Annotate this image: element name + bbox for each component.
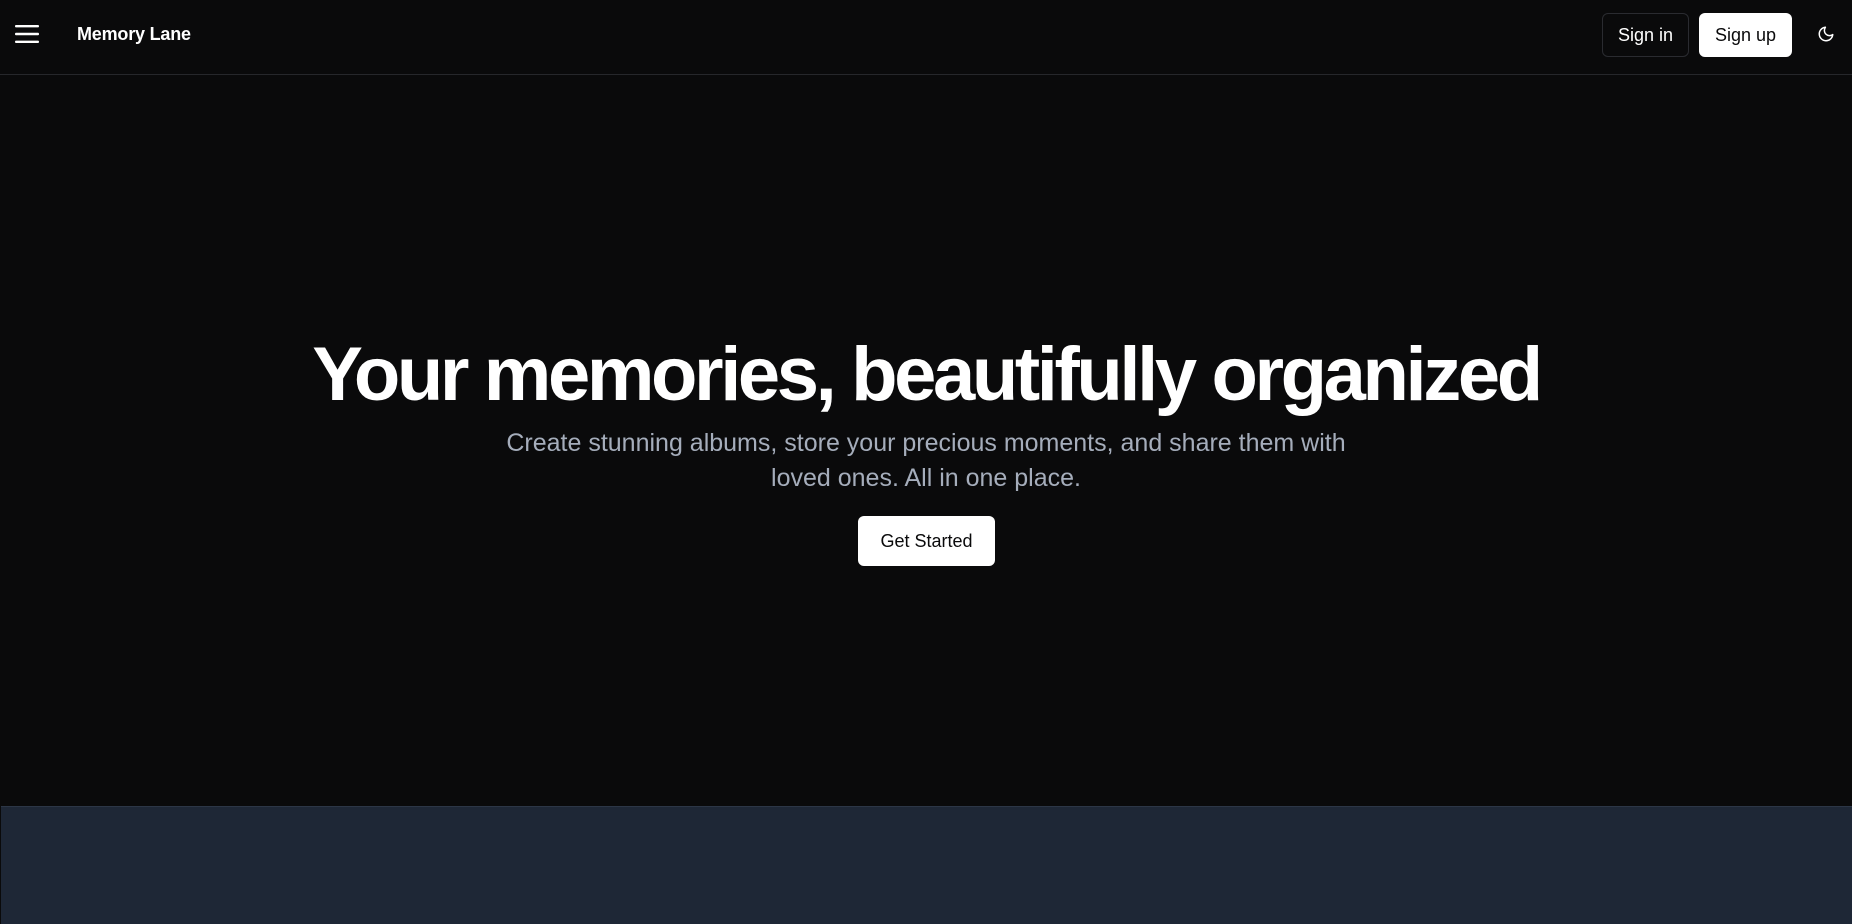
hero-title: Your memories, beautifully organized	[312, 332, 1543, 417]
sign-in-button[interactable]: Sign in	[1602, 13, 1689, 57]
get-started-label: Get Started	[880, 530, 973, 551]
site-header: Memory Lane Sign in Sign up	[0, 0, 1852, 75]
get-started-button[interactable]: Get Started	[858, 516, 995, 566]
next-section-preview	[1, 806, 1852, 924]
menu-button[interactable]	[10, 20, 44, 52]
sign-up-label: Sign up	[1714, 24, 1777, 45]
hero-subtitle: Create stunning albums, store your preci…	[506, 429, 1346, 492]
hamburger-menu-icon	[15, 24, 39, 49]
theme-toggle-button[interactable]	[1812, 22, 1840, 50]
sign-in-label: Sign in	[1617, 24, 1674, 45]
brand-logo-text[interactable]: Memory Lane	[77, 24, 191, 45]
moon-icon	[1817, 25, 1835, 48]
sign-up-button[interactable]: Sign up	[1699, 13, 1792, 57]
